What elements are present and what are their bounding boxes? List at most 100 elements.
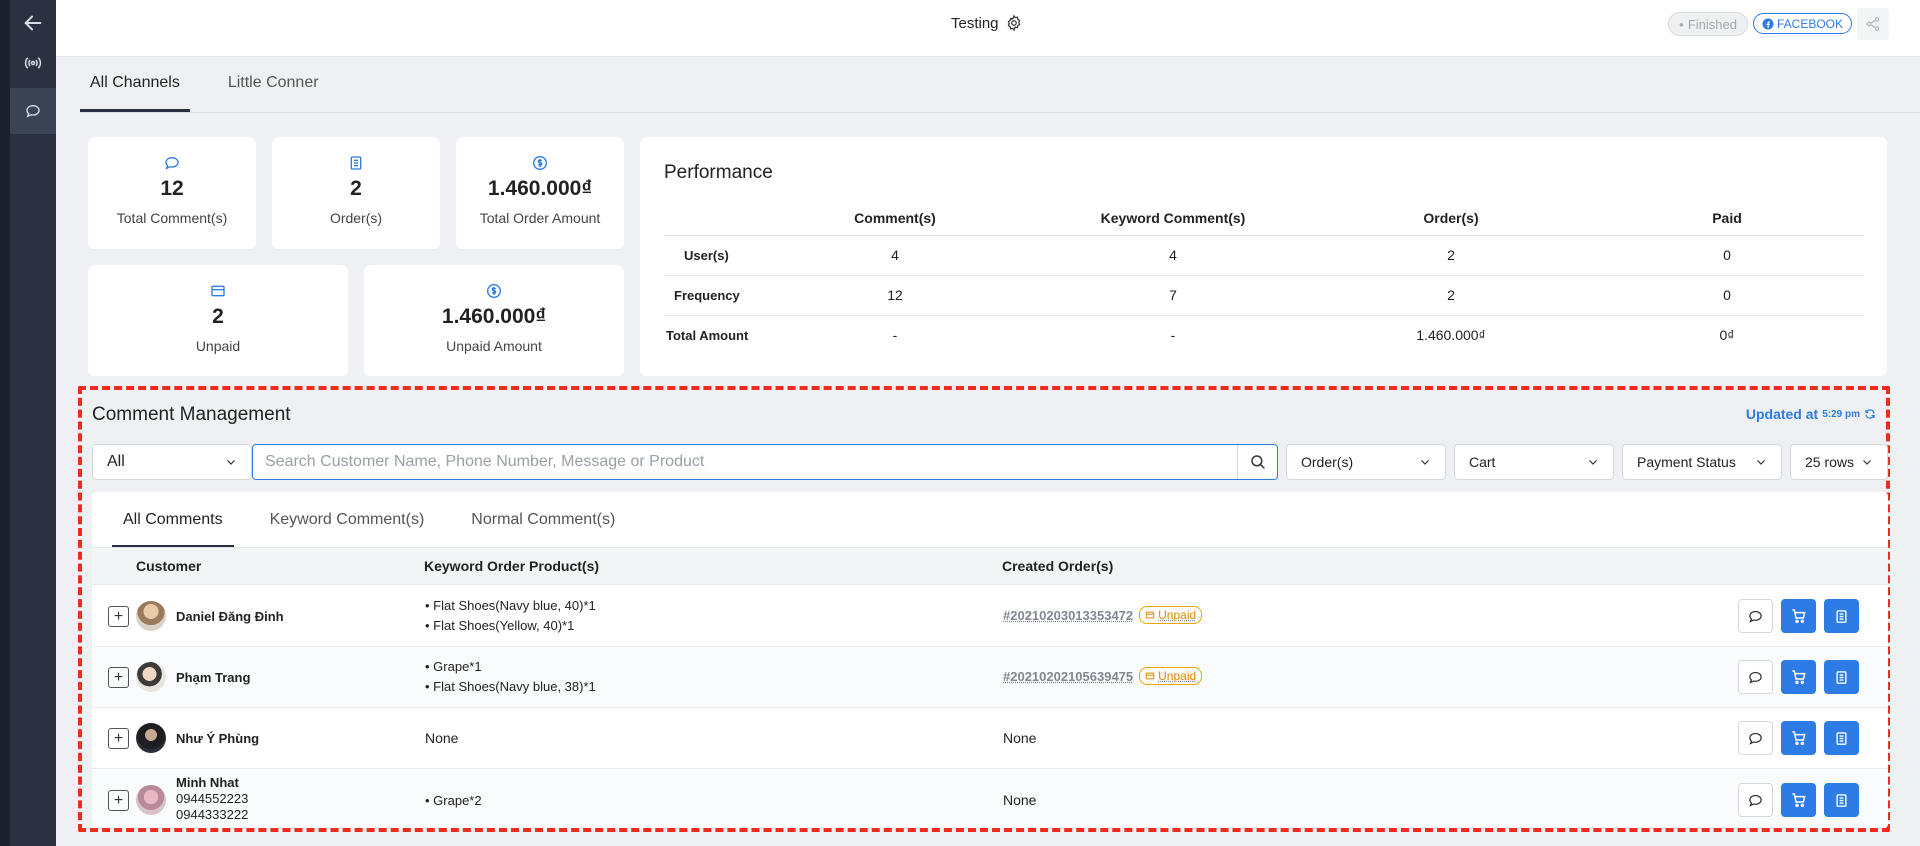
search-button[interactable] [1237, 445, 1277, 479]
credit-card-icon [1145, 672, 1155, 680]
rows-per-page-select[interactable]: 25 rows [1790, 444, 1888, 480]
chevron-down-icon [1757, 460, 1765, 465]
create-order-button[interactable] [1824, 783, 1859, 817]
stat-value: 2 [350, 177, 362, 200]
updated-time: 5:29 pm [1822, 408, 1860, 420]
comment-tabs: All Comments Keyword Comment(s) Normal C… [112, 492, 651, 547]
sidebar [0, 0, 56, 846]
clipboard-icon [350, 156, 362, 170]
stat-label: Unpaid [195, 338, 241, 354]
share-button[interactable] [1857, 8, 1889, 40]
chat-icon [1749, 610, 1762, 623]
performance-table: Comment(s) Keyword Comment(s) Order(s) P… [664, 202, 1864, 355]
back-arrow-icon [24, 15, 42, 31]
scope-select[interactable]: All [92, 444, 252, 480]
platform-badge[interactable]: FACEBOOK [1753, 13, 1853, 34]
col-comments: Comment(s) [756, 202, 1034, 236]
stat-card-total-order-amount: 1.460.000₫ Total Order Amount [456, 137, 624, 249]
cart-icon [1791, 670, 1806, 685]
payment-status-select[interactable]: Payment Status [1622, 444, 1782, 480]
stat-label: Total Order Amount [479, 210, 601, 226]
expand-icon: + [113, 729, 124, 747]
customer-name: Minh Nhat [176, 775, 239, 790]
order-number: #20210202105639475 [1003, 668, 1134, 684]
cell: 0 [1590, 275, 1864, 316]
add-to-cart-button[interactable] [1781, 599, 1816, 633]
avatar [136, 785, 166, 815]
tab-all-channels[interactable]: All Channels [80, 70, 190, 112]
cart-filter-select[interactable]: Cart [1454, 444, 1614, 480]
refresh-icon [1865, 409, 1875, 419]
search-box [252, 444, 1278, 480]
broadcast-icon [24, 57, 42, 69]
header-blank [664, 202, 756, 236]
keyword-products-none: None [425, 730, 459, 746]
reply-button[interactable] [1738, 721, 1773, 755]
dollar-icon [533, 156, 547, 170]
expand-icon: + [113, 607, 124, 625]
col-customer: Customer [136, 558, 202, 574]
facebook-icon [1762, 18, 1774, 29]
sidebar-strip [0, 0, 10, 846]
avatar [136, 662, 166, 692]
order-link[interactable]: #20210203013353472 Unpaid [1003, 606, 1203, 624]
row-label: User(s) [664, 235, 756, 276]
cell: 1.460.000₫ [1416, 327, 1486, 344]
expand-button[interactable]: + [108, 728, 129, 749]
phone-number: 0944333222 [176, 807, 249, 822]
product-item: • Flat Shoes(Navy blue, 38)*1 [425, 679, 596, 694]
sidebar-item-live[interactable] [10, 40, 56, 86]
orders-filter-value: Order(s) [1301, 454, 1354, 470]
tab-normal-comments[interactable]: Normal Comment(s) [460, 492, 626, 547]
created-orders-none: None [1003, 792, 1037, 808]
refresh-button[interactable] [1864, 408, 1876, 420]
customer-name: Daniel Đăng Đinh [176, 609, 284, 624]
reply-button[interactable] [1738, 783, 1773, 817]
tab-keyword-comments[interactable]: Keyword Comment(s) [259, 492, 436, 547]
main-area: Testing ● Finished FACEBOOK All Channels… [56, 0, 1920, 846]
add-to-cart-button[interactable] [1781, 721, 1816, 755]
order-link[interactable]: #20210202105639475 Unpaid [1003, 667, 1203, 685]
create-order-button[interactable] [1824, 721, 1859, 755]
share-icon [1866, 17, 1880, 31]
settings-button[interactable] [1005, 14, 1023, 32]
cart-icon [1791, 609, 1806, 624]
search-input[interactable] [253, 445, 1237, 479]
add-to-cart-button[interactable] [1781, 783, 1816, 817]
cell: 0₫ [1719, 327, 1735, 344]
table-row: + Daniel Đăng Đinh • Flat Shoes(Navy blu… [92, 586, 1888, 647]
col-keyword-comments: Keyword Comment(s) [1034, 202, 1312, 236]
reply-button[interactable] [1738, 599, 1773, 633]
create-order-button[interactable] [1824, 660, 1859, 694]
create-order-button[interactable] [1824, 599, 1859, 633]
chat-icon [1749, 794, 1762, 807]
expand-button[interactable]: + [108, 606, 129, 627]
avatar [136, 601, 166, 631]
chevron-down-icon [1421, 460, 1429, 465]
expand-button[interactable]: + [108, 790, 129, 811]
stat-label: Total Comment(s) [116, 210, 228, 226]
sidebar-item-comments[interactable] [10, 88, 56, 134]
tab-little-conner[interactable]: Little Conner [218, 70, 329, 112]
col-paid: Paid [1590, 202, 1864, 236]
stat-card-unpaid: 2 Unpaid [88, 265, 348, 376]
expand-button[interactable]: + [108, 667, 129, 688]
scope-value: All [107, 453, 125, 470]
product-item: • Flat Shoes(Yellow, 40)*1 [425, 618, 575, 633]
stat-card-unpaid-amount: 1.460.000₫ Unpaid Amount [364, 265, 624, 376]
status-badge: ● Finished [1668, 12, 1748, 36]
expand-icon: + [113, 791, 124, 809]
expand-icon: + [113, 668, 124, 686]
product-item: • Flat Shoes(Navy blue, 40)*1 [425, 598, 596, 613]
top-bar: Testing ● Finished FACEBOOK [56, 0, 1920, 57]
reply-button[interactable] [1738, 660, 1773, 694]
customer-phones: 0944552223 0944333222 [176, 791, 248, 823]
col-created-orders: Created Order(s) [1002, 558, 1114, 574]
tab-all-comments[interactable]: All Comments [112, 492, 234, 547]
cart-filter-value: Cart [1469, 454, 1496, 470]
orders-filter-select[interactable]: Order(s) [1286, 444, 1446, 480]
performance-panel: Performance Comment(s) Keyword Comment(s… [640, 137, 1887, 376]
add-to-cart-button[interactable] [1781, 660, 1816, 694]
keyword-products: • Grape*1 • Flat Shoes(Navy blue, 38)*1 [425, 657, 596, 697]
status-label: Finished [1687, 16, 1737, 32]
